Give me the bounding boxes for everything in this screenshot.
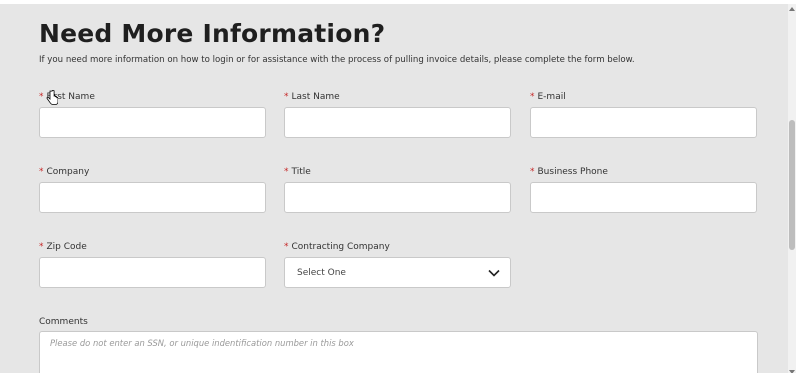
page: Need More Information? If you need more …	[0, 0, 796, 373]
hand-cursor-icon	[46, 90, 58, 105]
required-marker: *	[530, 167, 535, 177]
title-label: * Title	[284, 167, 311, 177]
title-field: * Title	[284, 165, 511, 213]
first-name-input[interactable]	[39, 107, 266, 138]
vertical-scrollbar[interactable]	[788, 4, 796, 373]
contracting-company-field: * Contracting Company Select One	[284, 240, 511, 288]
title-input[interactable]	[284, 182, 511, 213]
company-input[interactable]	[39, 182, 266, 213]
required-marker: *	[39, 167, 44, 177]
zip-code-input[interactable]	[39, 257, 266, 288]
contracting-company-label: * Contracting Company	[284, 242, 390, 252]
email-field: * E-mail	[530, 90, 757, 138]
company-field: * Company	[39, 165, 266, 213]
company-label: * Company	[39, 167, 90, 177]
page-title: Need More Information?	[39, 19, 386, 48]
business-phone-field: * Business Phone	[530, 165, 757, 213]
last-name-label: * Last Name	[284, 92, 340, 102]
scroll-up-icon[interactable]	[789, 7, 795, 11]
comments-placeholder: Please do not enter an SSN, or unique in…	[50, 338, 354, 348]
required-marker: *	[530, 92, 535, 102]
required-marker: *	[284, 92, 289, 102]
last-name-field: * Last Name	[284, 90, 511, 138]
required-marker: *	[284, 242, 289, 252]
required-marker: *	[284, 167, 289, 177]
intro-text: If you need more information on how to l…	[39, 55, 635, 65]
last-name-input[interactable]	[284, 107, 511, 138]
contracting-company-select[interactable]: Select One	[284, 257, 511, 288]
required-marker: *	[39, 242, 44, 252]
business-phone-label: * Business Phone	[530, 167, 608, 177]
business-phone-input[interactable]	[530, 182, 757, 213]
zip-code-field: * Zip Code	[39, 240, 266, 288]
contracting-company-selected-value: Select One	[297, 267, 346, 278]
email-input[interactable]	[530, 107, 757, 138]
chevron-down-icon	[488, 269, 500, 277]
comments-textarea[interactable]: Please do not enter an SSN, or unique in…	[39, 331, 758, 373]
comments-label: Comments	[39, 317, 88, 327]
email-label: * E-mail	[530, 92, 566, 102]
required-marker: *	[39, 92, 44, 102]
zip-code-label: * Zip Code	[39, 242, 87, 252]
scrollbar-thumb[interactable]	[789, 120, 795, 250]
